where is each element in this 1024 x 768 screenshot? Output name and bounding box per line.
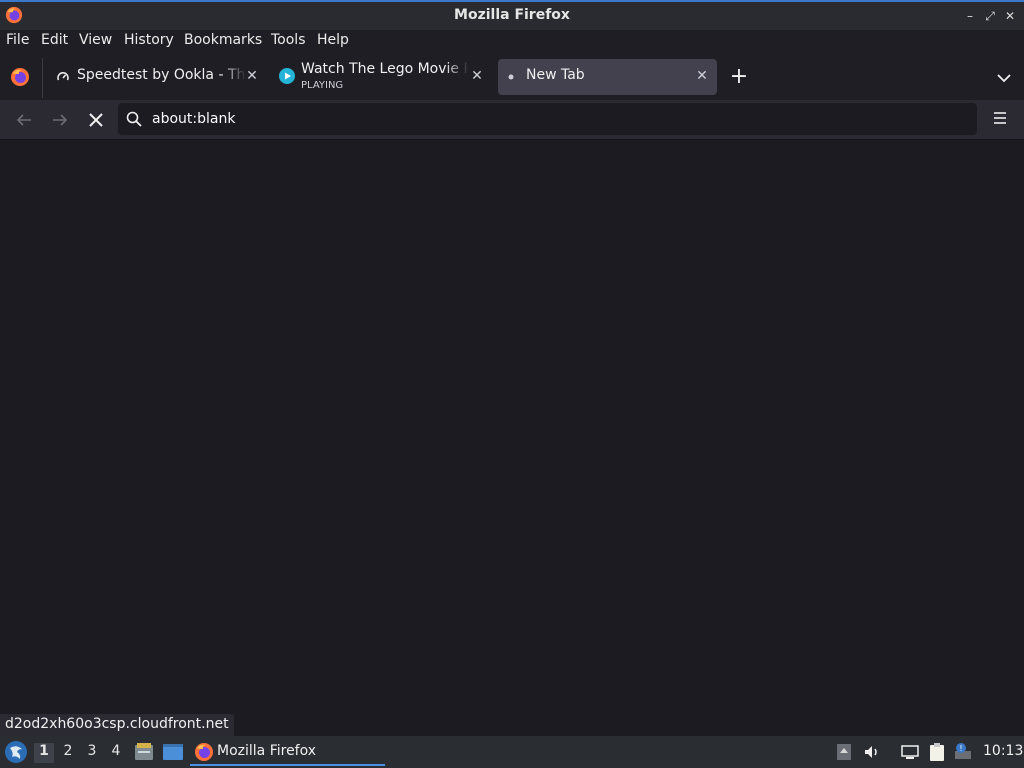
clock: 10:13 [983, 743, 1024, 759]
notification-icon[interactable]: ! [953, 742, 973, 762]
menu-tools[interactable]: Tools [271, 32, 306, 48]
speedtest-icon [57, 72, 69, 81]
volume-icon[interactable] [862, 742, 882, 762]
firefox-view-icon[interactable] [10, 67, 30, 87]
workspace-3[interactable]: 3 [82, 743, 102, 763]
maximize-button[interactable]: ⤢ [982, 8, 998, 24]
firefox-icon [195, 743, 213, 761]
search-icon [126, 111, 142, 127]
back-arrow-icon[interactable] [12, 108, 36, 132]
close-tab-icon[interactable]: ✕ [469, 68, 485, 84]
window-titlebar: Mozilla Firefox – ⤢ ✕ [0, 0, 1024, 30]
taskbar: 1 2 3 4 Mozilla Firefox ! 10:13 [0, 736, 1024, 768]
tab-fade [445, 59, 469, 95]
page-content[interactable] [0, 141, 1024, 736]
minimize-button[interactable]: – [962, 8, 978, 24]
tab-fade [222, 59, 246, 95]
menu-help[interactable]: Help [317, 32, 349, 48]
clipboard-icon[interactable] [927, 742, 947, 762]
close-window-button[interactable]: ✕ [1002, 8, 1018, 24]
window-title: Mozilla Firefox [454, 7, 570, 23]
network-icon[interactable] [900, 742, 920, 762]
menu-bar: File Edit View History Bookmarks Tools H… [0, 30, 1024, 52]
taskbar-firefox-item[interactable]: Mozilla Firefox [190, 738, 385, 766]
new-tab-button[interactable]: + [729, 66, 749, 88]
tab-label: New Tab [526, 67, 585, 83]
menu-bookmarks[interactable]: Bookmarks [184, 32, 262, 48]
hamburger-menu-icon[interactable] [990, 108, 1010, 128]
workspace-4[interactable]: 4 [106, 743, 126, 763]
start-menu-icon[interactable] [4, 740, 28, 764]
tab-label: Speedtest by Ookla - The Global Broadban… [77, 67, 245, 83]
status-link-tooltip: d2od2xh60o3csp.cloudfront.net [0, 714, 234, 736]
loading-dot-icon [508, 74, 514, 80]
forward-arrow-icon[interactable] [48, 108, 72, 132]
url-input[interactable] [152, 108, 952, 130]
close-tab-icon[interactable]: ✕ [694, 68, 710, 84]
menu-history[interactable]: History [124, 32, 174, 48]
tab-strip: Speedtest by Ookla - The Global Broadban… [0, 52, 1024, 100]
list-all-tabs-icon[interactable] [994, 68, 1014, 88]
menu-view[interactable]: View [79, 32, 112, 48]
stop-loading-icon[interactable] [84, 108, 108, 132]
workspace-2[interactable]: 2 [58, 743, 78, 763]
close-tab-icon[interactable]: ✕ [244, 68, 260, 84]
tab-separator [42, 58, 43, 98]
svg-text:!: ! [959, 744, 962, 753]
tab-speedtest[interactable]: Speedtest by Ookla - The Global Broadban… [50, 59, 265, 95]
taskbar-item-label: Mozilla Firefox [217, 743, 317, 759]
file-manager-icon[interactable] [133, 741, 155, 763]
show-desktop-icon[interactable] [162, 741, 184, 763]
workspace-1[interactable]: 1 [34, 743, 54, 763]
tab-new-tab[interactable]: New Tab ✕ [498, 59, 717, 95]
tray-expand-icon[interactable] [834, 742, 854, 762]
tab-label: Watch The Lego Movie Full Movie [301, 61, 467, 77]
menu-edit[interactable]: Edit [41, 32, 68, 48]
menu-file[interactable]: File [6, 32, 29, 48]
tab-playing-label: PLAYING [301, 80, 344, 91]
url-bar[interactable] [118, 103, 977, 135]
play-icon [279, 68, 295, 84]
tab-lego-movie[interactable]: Watch The Lego Movie Full Movie PLAYING … [273, 59, 491, 95]
